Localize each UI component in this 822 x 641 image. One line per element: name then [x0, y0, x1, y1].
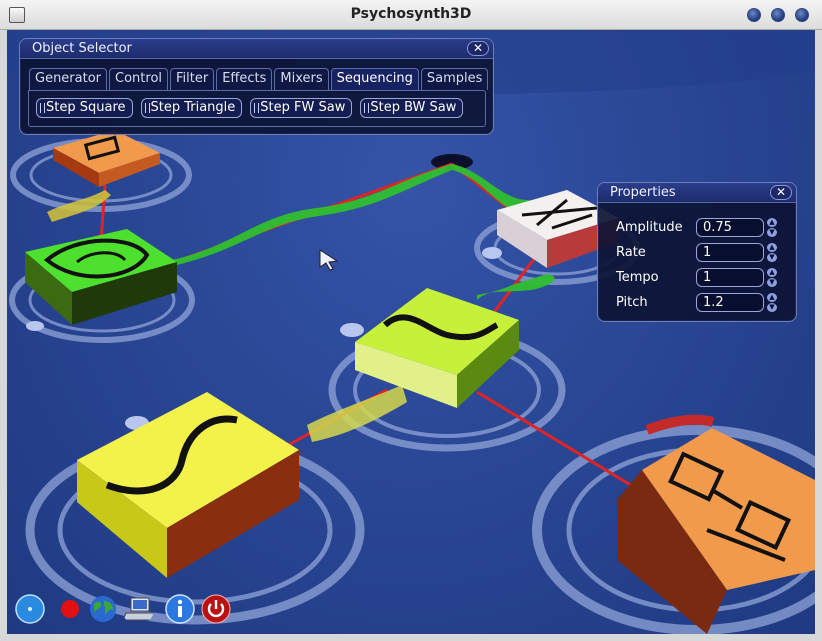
tab-generator[interactable]: Generator	[29, 68, 108, 90]
tempo-spinner[interactable]: ▲ ▼	[766, 268, 778, 287]
step-triangle-button[interactable]: Step Triangle	[140, 98, 243, 118]
step-fw-saw-button[interactable]: Step FW Saw	[250, 98, 353, 118]
properties-panel: Properties ✕ Amplitude 0.75 ▲ ▼ Rate 1 ▲ ▼…	[597, 182, 797, 322]
power-icon[interactable]	[200, 593, 232, 625]
property-row-tempo: Tempo 1 ▲ ▼	[616, 268, 778, 287]
spin-up-icon[interactable]: ▲	[767, 293, 777, 302]
property-row-pitch: Pitch 1.2 ▲ ▼	[616, 293, 778, 312]
object-selector-title: Object Selector	[32, 41, 132, 56]
halo-knob	[482, 247, 502, 259]
tab-effects[interactable]: Effects	[216, 68, 273, 90]
properties-close-button[interactable]: ✕	[770, 185, 792, 200]
network-icon[interactable]	[122, 593, 154, 625]
properties-header[interactable]: Properties ✕	[598, 183, 796, 203]
spin-down-icon[interactable]: ▼	[767, 303, 777, 312]
property-row-rate: Rate 1 ▲ ▼	[616, 243, 778, 262]
close-window-button[interactable]	[795, 8, 809, 22]
spin-down-icon[interactable]: ▼	[767, 278, 777, 287]
pitch-label: Pitch	[616, 295, 648, 310]
amplitude-spinner[interactable]: ▲ ▼	[766, 218, 778, 237]
mouse-cursor	[319, 249, 339, 271]
halo-knob	[26, 321, 44, 331]
module-yellow-big	[77, 392, 299, 578]
tab-sequencing[interactable]: Sequencing	[330, 68, 419, 90]
record-dot-icon[interactable]	[14, 593, 46, 625]
globe-icon[interactable]	[87, 593, 119, 625]
title-bar: Psychosynth3D	[0, 0, 822, 30]
module-lime	[355, 288, 519, 408]
wave-ribbon	[172, 164, 452, 266]
3d-viewport[interactable]: Object Selector ✕ Generator Control Filt…	[7, 30, 815, 634]
spin-up-icon[interactable]: ▲	[767, 268, 777, 277]
minimize-button[interactable]	[747, 8, 761, 22]
maximize-button[interactable]	[771, 8, 785, 22]
tab-control[interactable]: Control	[109, 68, 169, 90]
rate-spinner[interactable]: ▲ ▼	[766, 243, 778, 262]
tab-samples[interactable]: Samples	[420, 68, 489, 90]
tempo-input[interactable]: 1	[696, 268, 764, 287]
pitch-input[interactable]: 1.2	[696, 293, 764, 312]
object-category-tabs: Generator Control Filter Effects Mixers …	[29, 68, 490, 91]
object-selector-header[interactable]: Object Selector ✕	[20, 39, 493, 59]
rate-input[interactable]: 1	[696, 243, 764, 262]
record-icon[interactable]	[54, 593, 86, 625]
spin-down-icon[interactable]: ▼	[767, 228, 777, 237]
halo-knob	[340, 323, 364, 337]
module-green	[25, 229, 177, 325]
tab-mixers[interactable]: Mixers	[274, 68, 329, 90]
window-title: Psychosynth3D	[350, 6, 472, 22]
object-selector-close-button[interactable]: ✕	[467, 41, 489, 56]
property-row-amplitude: Amplitude 0.75 ▲ ▼	[616, 218, 778, 237]
spin-up-icon[interactable]: ▲	[767, 218, 777, 227]
step-bw-saw-button[interactable]: Step BW Saw	[360, 98, 464, 118]
module-orange-small	[53, 130, 160, 187]
tempo-label: Tempo	[616, 270, 659, 285]
amplitude-input[interactable]: 0.75	[696, 218, 764, 237]
info-icon[interactable]	[164, 593, 196, 625]
step-square-button[interactable]: Step Square	[36, 98, 133, 118]
rate-label: Rate	[616, 245, 646, 260]
tab-filter[interactable]: Filter	[170, 68, 215, 90]
amplitude-label: Amplitude	[616, 220, 683, 235]
spin-up-icon[interactable]: ▲	[767, 243, 777, 252]
properties-title: Properties	[610, 185, 676, 200]
pitch-spinner[interactable]: ▲ ▼	[766, 293, 778, 312]
spin-down-icon[interactable]: ▼	[767, 253, 777, 262]
object-selector-panel: Object Selector ✕ Generator Control Filt…	[19, 38, 494, 135]
sequencing-tab-content: Step Square Step Triangle Step FW Saw St…	[28, 90, 486, 127]
